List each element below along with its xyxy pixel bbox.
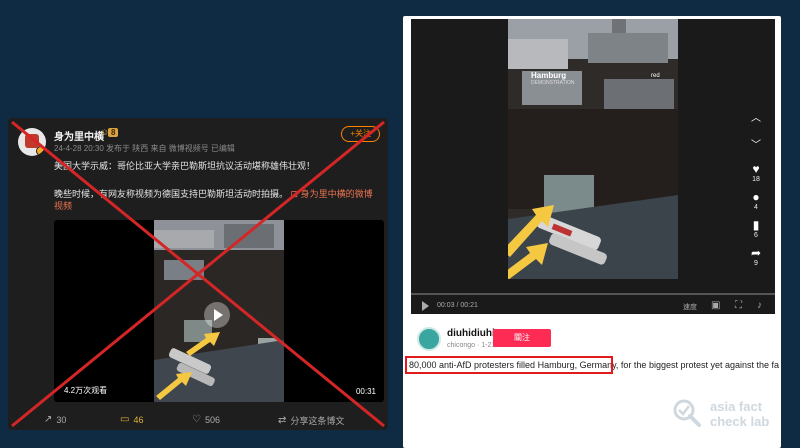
play-icon[interactable] (204, 302, 230, 328)
related-button[interactable]: ⇄ 分享这条博文 (278, 414, 344, 427)
comment-button[interactable]: ▭ 46 (120, 414, 143, 425)
follow-button[interactable]: 關注 (493, 329, 551, 347)
fullscreen-icon[interactable]: ⛶ (735, 300, 742, 311)
verified-badge-icon (36, 146, 46, 156)
share-icon[interactable]: ➦ (743, 247, 769, 260)
comment-count: 46 (133, 414, 144, 425)
magnifier-check-icon (673, 399, 701, 427)
player-controls: 00:03 / 00:21 速度 ▣ ⛶ ♪ (411, 300, 775, 314)
post-text: 美国大学示威：哥伦比亚大学亲巴勒斯坦抗议活动堪称雄伟壮观！ (54, 161, 316, 171)
save-count: 6 (754, 232, 758, 239)
author-avatar[interactable] (18, 128, 46, 156)
bookmark-icon[interactable]: ▮ (743, 219, 769, 232)
related-icon: ⇄ (278, 415, 287, 426)
video-duration: 00:31 (355, 387, 376, 396)
side-action-bar: ︿ ﹀ ♥ 18 ● 4 ▮ 6 ➦ 9 (743, 109, 769, 275)
speed-button[interactable]: 速度 (683, 302, 697, 312)
like-icon: ♡ (192, 414, 201, 425)
picture-in-picture-icon[interactable]: ▣ (711, 300, 720, 311)
time-display: 00:03 / 00:21 (437, 302, 478, 309)
clip-city: Hamburg (531, 71, 567, 80)
vip-badge: 8 (108, 128, 119, 137)
author-name[interactable]: 身为里中横 (54, 128, 104, 143)
post-text-2: 晚些时候，有网友称视频为德国支持巴勒斯坦活动时拍摄。 ⊡ 身为里中横的微博视频 (54, 188, 374, 212)
asia-fact-check-lab-logo: asia fact check lab (664, 392, 794, 436)
share-icon: ↗ (44, 414, 53, 425)
post-meta: 24-4-28 20:30 发布于 陕西 来自 微博视频号 已编辑 (54, 144, 235, 153)
comment-icon[interactable]: ● (743, 191, 769, 204)
author-name[interactable]: diuhidiuhi (447, 328, 495, 339)
video-frame (508, 19, 678, 279)
share-button[interactable]: ↗ 30 (44, 414, 66, 425)
clip-tag: red (651, 73, 660, 79)
clip-location-label: Hamburg DEMONSTRATION (531, 71, 575, 86)
comment-count: 4 (754, 204, 758, 211)
logo-text-line2: check lab (710, 414, 770, 429)
comment-icon: ▭ (120, 414, 130, 425)
like-button[interactable]: ♡ 506 (192, 414, 220, 425)
caption-highlight-box (405, 356, 613, 374)
video-player[interactable]: 4.2万次观看 00:31 (54, 220, 384, 402)
like-count: 18 (752, 176, 760, 183)
related-label: 分享这条博文 (290, 416, 345, 426)
caption-overflow (409, 376, 769, 382)
weibo-post: 身为里中横 ☺ 8 24-4-28 20:30 发布于 陕西 来自 微博视频号 … (8, 118, 388, 430)
video-post: Hamburg DEMONSTRATION red ︿ ﹀ ♥ 18 ● 4 ▮… (403, 16, 781, 448)
logo-text-line1: asia fact (710, 399, 763, 414)
post-text-2-body: 晚些时候，有网友称视频为德国支持巴勒斯坦活动时拍摄。 (54, 189, 289, 199)
author-avatar[interactable] (417, 327, 441, 351)
play-icon[interactable] (422, 301, 429, 311)
share-count: 30 (56, 414, 67, 425)
chevron-down-icon[interactable]: ﹀ (743, 136, 769, 151)
chevron-up-icon[interactable]: ︿ (743, 109, 769, 124)
volume-icon[interactable]: ♪ (757, 300, 762, 311)
like-count: 506 (204, 414, 220, 425)
share-count: 9 (754, 260, 758, 267)
follow-button[interactable]: +关注 (341, 126, 380, 142)
action-bar: ↗ 30 ▭ 46 ♡ 506 ⇄ 分享这条博文 (8, 412, 388, 430)
author-meta: chicongo · 1-21 (447, 342, 496, 349)
video-player[interactable]: Hamburg DEMONSTRATION red ︿ ﹀ ♥ 18 ● 4 ▮… (411, 19, 775, 314)
heart-icon[interactable]: ♥ (743, 163, 769, 176)
clip-city-sub: DEMONSTRATION (531, 80, 575, 86)
progress-bar[interactable] (411, 293, 775, 295)
view-count: 4.2万次观看 (64, 386, 108, 395)
